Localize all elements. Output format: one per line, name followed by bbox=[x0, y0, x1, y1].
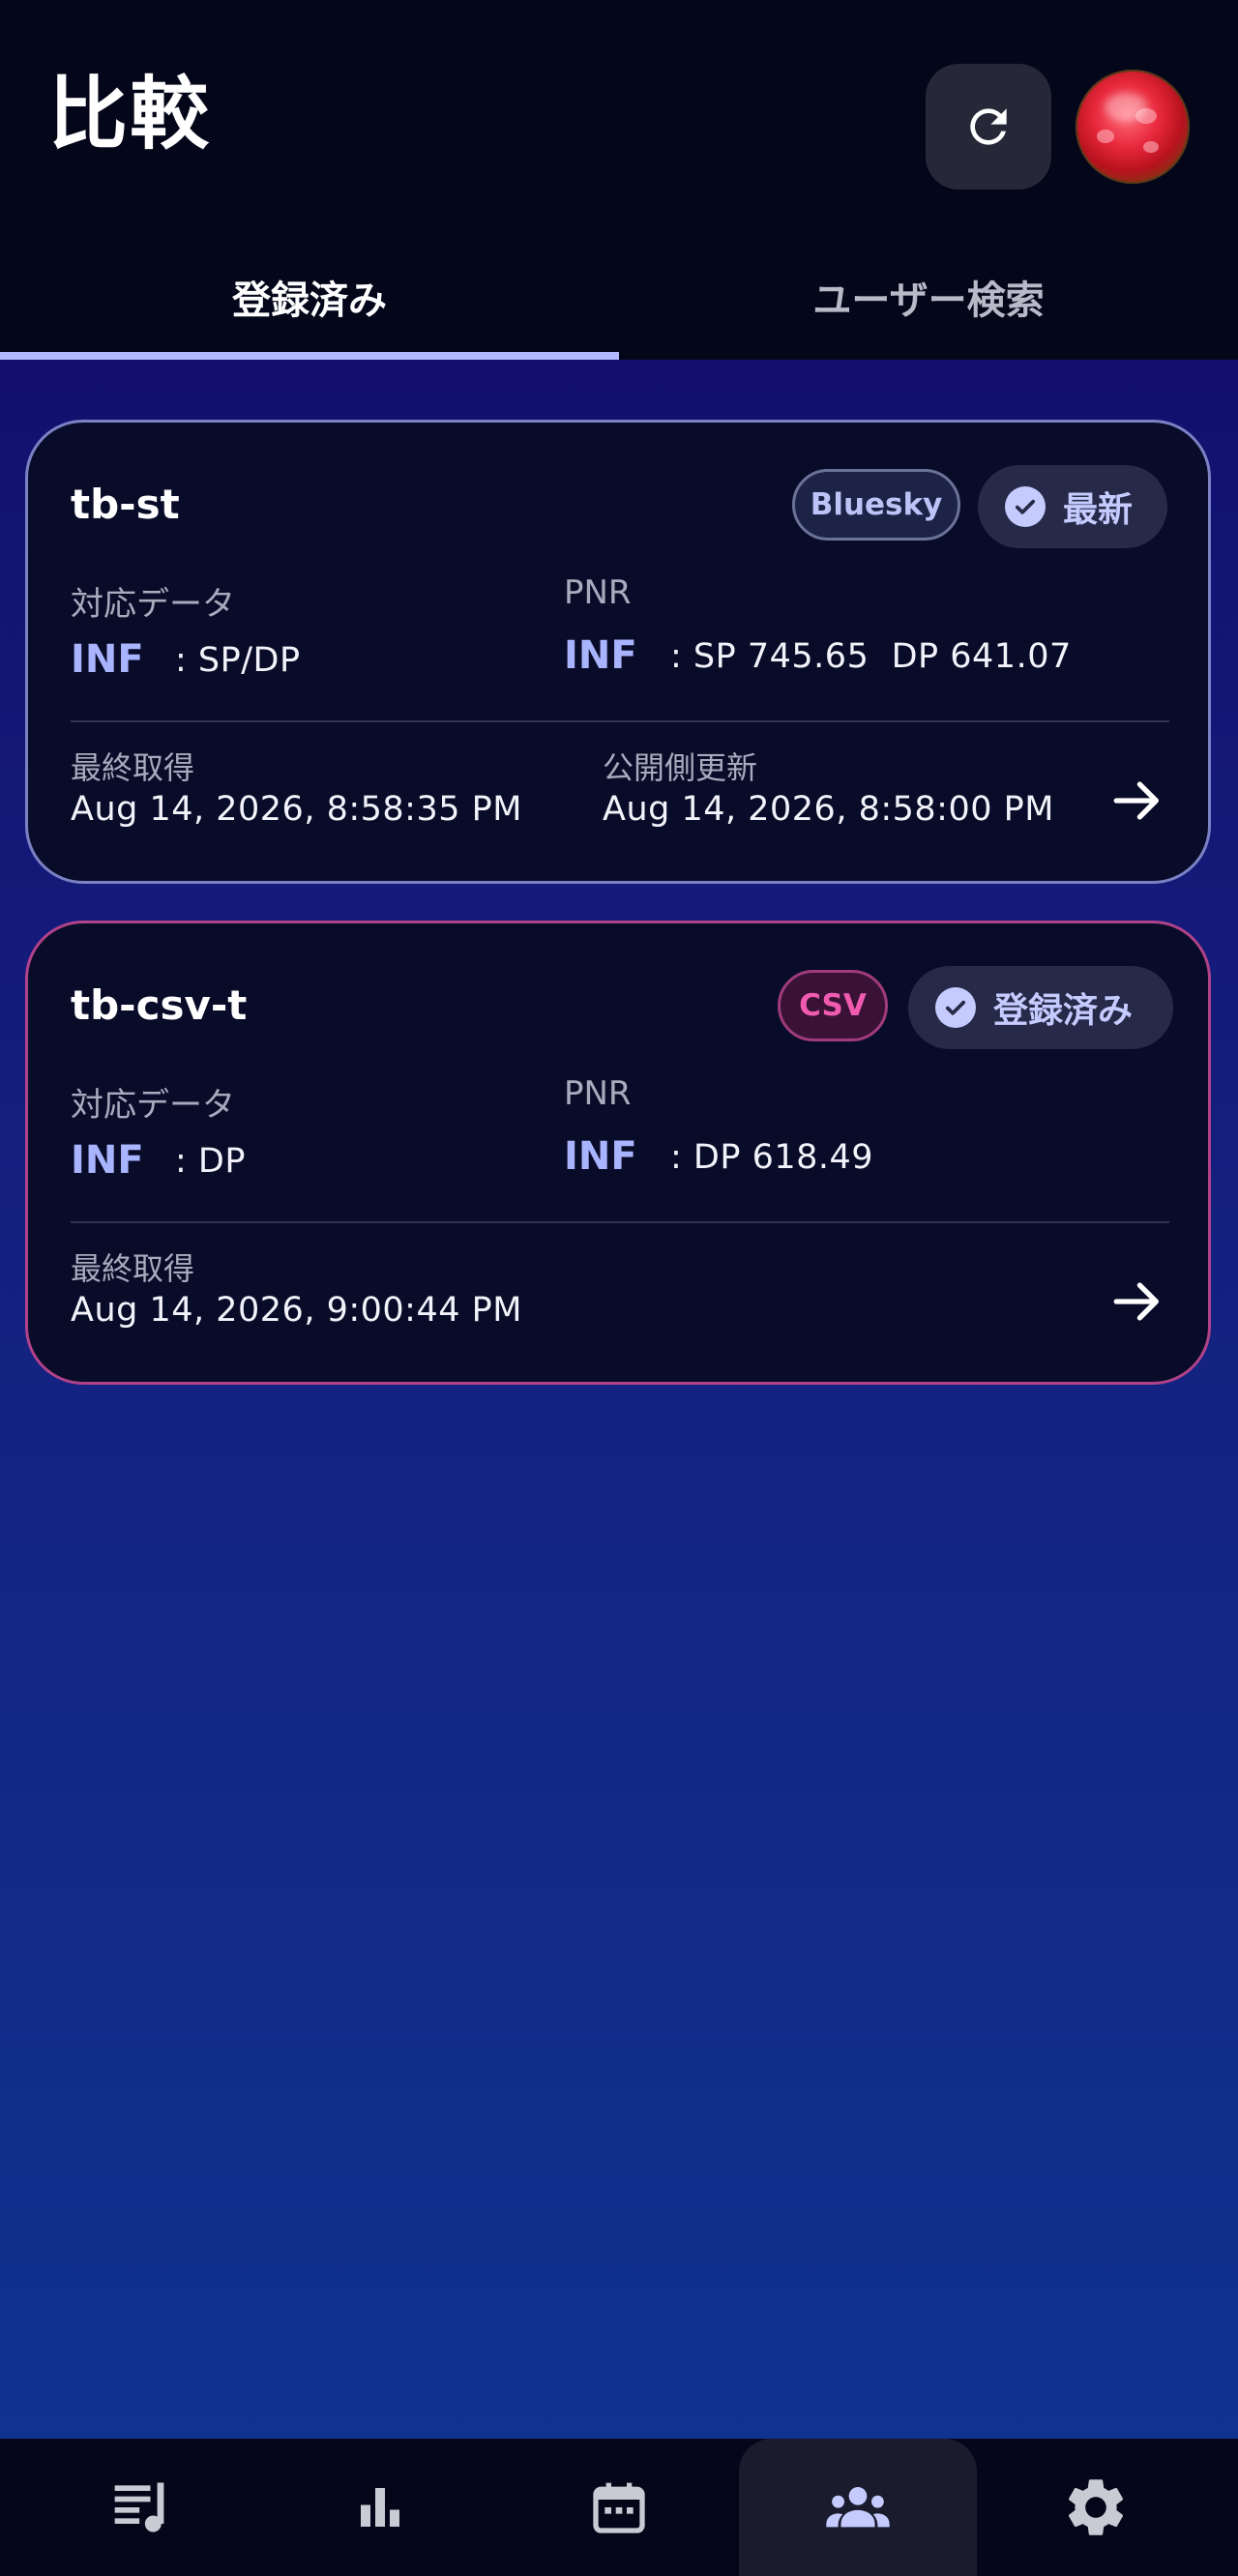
source-badge: CSV bbox=[778, 970, 888, 1041]
arrow-right-icon bbox=[1113, 1282, 1159, 1321]
pnr-value: : DP 618.49 bbox=[670, 1138, 874, 1177]
data-value: : SP/DP bbox=[175, 641, 301, 680]
rival-card[interactable]: tb-csv-t CSV 登録済み 対応データ INF : DP PNR INF… bbox=[25, 921, 1211, 1385]
nav-item-calendar[interactable] bbox=[500, 2439, 738, 2576]
tab-registered-label: 登録済み bbox=[232, 278, 387, 323]
app-header: 比較 登録済み ユーザー検索 bbox=[0, 0, 1238, 360]
public-updated-value: Aug 14, 2026, 8:58:00 PM bbox=[603, 790, 1054, 829]
tab-registered[interactable]: 登録済み bbox=[0, 242, 619, 358]
nav-item-compare[interactable] bbox=[739, 2439, 977, 2576]
bar-chart-icon bbox=[361, 2488, 399, 2527]
data-mode: INF bbox=[71, 1138, 144, 1183]
data-value: : DP bbox=[175, 1142, 246, 1181]
rival-name: tb-csv-t bbox=[71, 981, 248, 1029]
pnr-value: : SP 745.65 DP 641.07 bbox=[670, 637, 1072, 676]
tab-bar: 登録済み ユーザー検索 bbox=[0, 242, 1238, 358]
status-badge-label: 登録済み bbox=[993, 991, 1134, 1031]
card-divider bbox=[71, 720, 1169, 722]
tab-user-search[interactable]: ユーザー検索 bbox=[619, 242, 1238, 358]
open-detail-button[interactable] bbox=[1102, 1266, 1173, 1337]
rival-name: tb-st bbox=[71, 481, 180, 528]
page-title: 比較 bbox=[48, 69, 212, 161]
playlist-music-icon bbox=[114, 2482, 164, 2532]
data-mode: INF bbox=[71, 637, 144, 682]
status-badge-label: 最新 bbox=[1063, 490, 1134, 530]
nav-item-songs[interactable] bbox=[23, 2439, 261, 2576]
tab-user-search-label: ユーザー検索 bbox=[812, 278, 1045, 323]
status-badge: 登録済み bbox=[908, 966, 1173, 1049]
card-divider bbox=[71, 1221, 1169, 1223]
app-root: 比較 登録済み ユーザー検索 tb-st Bluesky 最新 対応データ IN… bbox=[0, 0, 1238, 2576]
avatar[interactable] bbox=[1076, 70, 1190, 184]
nav-item-stats[interactable] bbox=[261, 2439, 499, 2576]
status-badge: 最新 bbox=[978, 465, 1167, 548]
people-group-icon bbox=[826, 2487, 890, 2528]
data-label: 対応データ bbox=[71, 1086, 235, 1125]
source-badge: Bluesky bbox=[792, 469, 960, 541]
check-circle-icon bbox=[1005, 486, 1046, 527]
public-updated-label: 公開側更新 bbox=[603, 749, 758, 786]
calendar-icon bbox=[593, 2482, 645, 2533]
last-fetched-value: Aug 14, 2026, 9:00:44 PM bbox=[71, 1291, 522, 1330]
pnr-label: PNR bbox=[564, 1074, 632, 1113]
bottom-nav bbox=[0, 2439, 1238, 2576]
pnr-mode: INF bbox=[564, 633, 637, 678]
open-detail-button[interactable] bbox=[1102, 765, 1173, 836]
tab-indicator bbox=[0, 352, 619, 360]
last-fetched-value: Aug 14, 2026, 8:58:35 PM bbox=[71, 790, 522, 829]
pnr-label: PNR bbox=[564, 573, 632, 612]
main-content: tb-st Bluesky 最新 対応データ INF : SP/DP PNR I… bbox=[0, 360, 1238, 2439]
refresh-icon bbox=[970, 108, 1007, 145]
rival-card[interactable]: tb-st Bluesky 最新 対応データ INF : SP/DP PNR I… bbox=[25, 420, 1211, 884]
refresh-button[interactable] bbox=[926, 64, 1051, 190]
last-fetched-label: 最終取得 bbox=[71, 749, 195, 786]
arrow-right-icon bbox=[1113, 781, 1159, 820]
check-circle-icon bbox=[935, 987, 976, 1028]
last-fetched-label: 最終取得 bbox=[71, 1250, 195, 1287]
pnr-mode: INF bbox=[564, 1134, 637, 1179]
gear-icon bbox=[1068, 2479, 1124, 2535]
nav-item-settings[interactable] bbox=[977, 2439, 1215, 2576]
data-label: 対応データ bbox=[71, 585, 235, 624]
